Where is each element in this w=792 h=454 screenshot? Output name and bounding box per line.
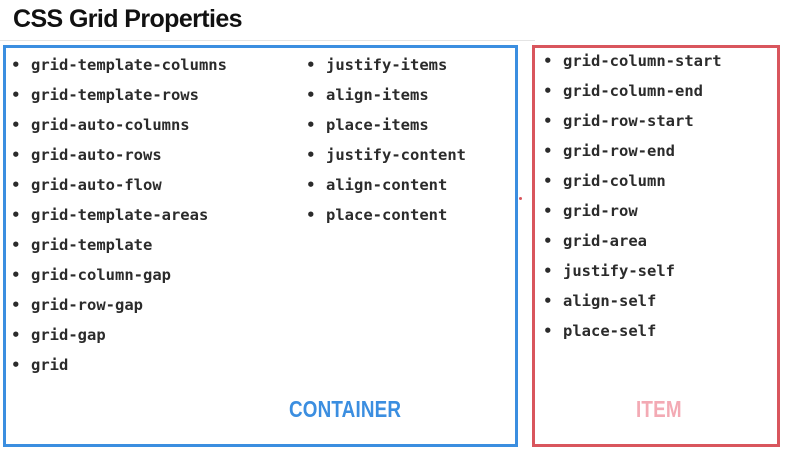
- container-label: CONTAINER: [289, 396, 402, 422]
- bullet-icon: •: [543, 112, 553, 130]
- property-item: • grid-auto-flow: [11, 170, 227, 200]
- bullet-icon: •: [306, 56, 316, 74]
- property-item: • grid: [11, 350, 227, 380]
- bullet-icon: •: [306, 206, 316, 224]
- bullet-icon: •: [543, 232, 553, 250]
- property-name: grid-template: [31, 236, 153, 254]
- property-item: • grid-template: [11, 230, 227, 260]
- bullet-icon: •: [543, 142, 553, 160]
- property-item: • grid-auto-rows: [11, 140, 227, 170]
- property-name: grid-gap: [31, 326, 106, 344]
- bullet-icon: •: [11, 146, 21, 164]
- property-item: • align-self: [543, 286, 722, 316]
- stray-dot: [519, 197, 522, 200]
- item-label: ITEM: [636, 396, 682, 422]
- property-item: • justify-items: [306, 50, 466, 80]
- property-name: grid-row-end: [563, 142, 675, 160]
- bullet-icon: •: [543, 82, 553, 100]
- property-item: • place-items: [306, 110, 466, 140]
- title-divider: [0, 40, 535, 41]
- property-item: • align-content: [306, 170, 466, 200]
- property-name: grid-auto-flow: [31, 176, 162, 194]
- property-name: grid-area: [563, 232, 647, 250]
- property-name: align-content: [326, 176, 448, 194]
- property-item: • justify-content: [306, 140, 466, 170]
- property-name: grid-row-start: [563, 112, 694, 130]
- property-item: • grid-auto-columns: [11, 110, 227, 140]
- property-item: • align-items: [306, 80, 466, 110]
- property-name: grid-column-end: [563, 82, 703, 100]
- property-name: justify-content: [326, 146, 466, 164]
- property-name: grid-template-rows: [31, 86, 199, 104]
- property-name: grid-row-gap: [31, 296, 143, 314]
- bullet-icon: •: [306, 176, 316, 194]
- property-name: grid-auto-rows: [31, 146, 162, 164]
- property-name: grid-template-areas: [31, 206, 209, 224]
- bullet-icon: •: [11, 326, 21, 344]
- property-item: • grid-column-start: [543, 46, 722, 76]
- property-name: grid-auto-columns: [31, 116, 190, 134]
- bullet-icon: •: [543, 262, 553, 280]
- property-item: • grid-area: [543, 226, 722, 256]
- property-item: • grid-row-gap: [11, 290, 227, 320]
- property-item: • grid-row-end: [543, 136, 722, 166]
- property-name: justify-items: [326, 56, 448, 74]
- property-item: • grid-row: [543, 196, 722, 226]
- bullet-icon: •: [306, 146, 316, 164]
- property-item: • place-self: [543, 316, 722, 346]
- bullet-icon: •: [543, 202, 553, 220]
- item-properties-list: • grid-column-start • grid-column-end • grid-…: [543, 46, 722, 346]
- property-name: place-items: [326, 116, 429, 134]
- bullet-icon: •: [11, 236, 21, 254]
- bullet-icon: •: [543, 52, 553, 70]
- property-name: place-content: [326, 206, 448, 224]
- property-name: grid-row: [563, 202, 638, 220]
- property-name: justify-self: [563, 262, 675, 280]
- property-item: • grid-column-end: [543, 76, 722, 106]
- bullet-icon: •: [11, 86, 21, 104]
- property-name: align-items: [326, 86, 429, 104]
- property-name: place-self: [563, 322, 657, 340]
- property-item: • justify-self: [543, 256, 722, 286]
- bullet-icon: •: [11, 176, 21, 194]
- property-item: • grid-gap: [11, 320, 227, 350]
- container-properties-list-2: • justify-items • align-items • place-items • j…: [306, 50, 466, 230]
- bullet-icon: •: [306, 116, 316, 134]
- bullet-icon: •: [11, 206, 21, 224]
- property-item: • grid-template-columns: [11, 50, 227, 80]
- property-name: grid-column-gap: [31, 266, 171, 284]
- page-title: CSS Grid Properties: [13, 5, 243, 33]
- bullet-icon: •: [543, 172, 553, 190]
- container-properties-list-1: • grid-template-columns • grid-template-row…: [11, 50, 227, 380]
- property-name: grid: [31, 356, 69, 374]
- property-item: • grid-row-start: [543, 106, 722, 136]
- bullet-icon: •: [543, 292, 553, 310]
- property-item: • grid-column-gap: [11, 260, 227, 290]
- property-name: align-self: [563, 292, 657, 310]
- property-name: grid-column-start: [563, 52, 722, 70]
- bullet-icon: •: [11, 116, 21, 134]
- bullet-icon: •: [11, 266, 21, 284]
- property-item: • grid-template-rows: [11, 80, 227, 110]
- property-item: • grid-column: [543, 166, 722, 196]
- bullet-icon: •: [11, 56, 21, 74]
- bullet-icon: •: [11, 356, 21, 374]
- bullet-icon: •: [543, 322, 553, 340]
- property-item: • grid-template-areas: [11, 200, 227, 230]
- property-name: grid-template-columns: [31, 56, 227, 74]
- bullet-icon: •: [11, 296, 21, 314]
- property-name: grid-column: [563, 172, 666, 190]
- property-item: • place-content: [306, 200, 466, 230]
- bullet-icon: •: [306, 86, 316, 104]
